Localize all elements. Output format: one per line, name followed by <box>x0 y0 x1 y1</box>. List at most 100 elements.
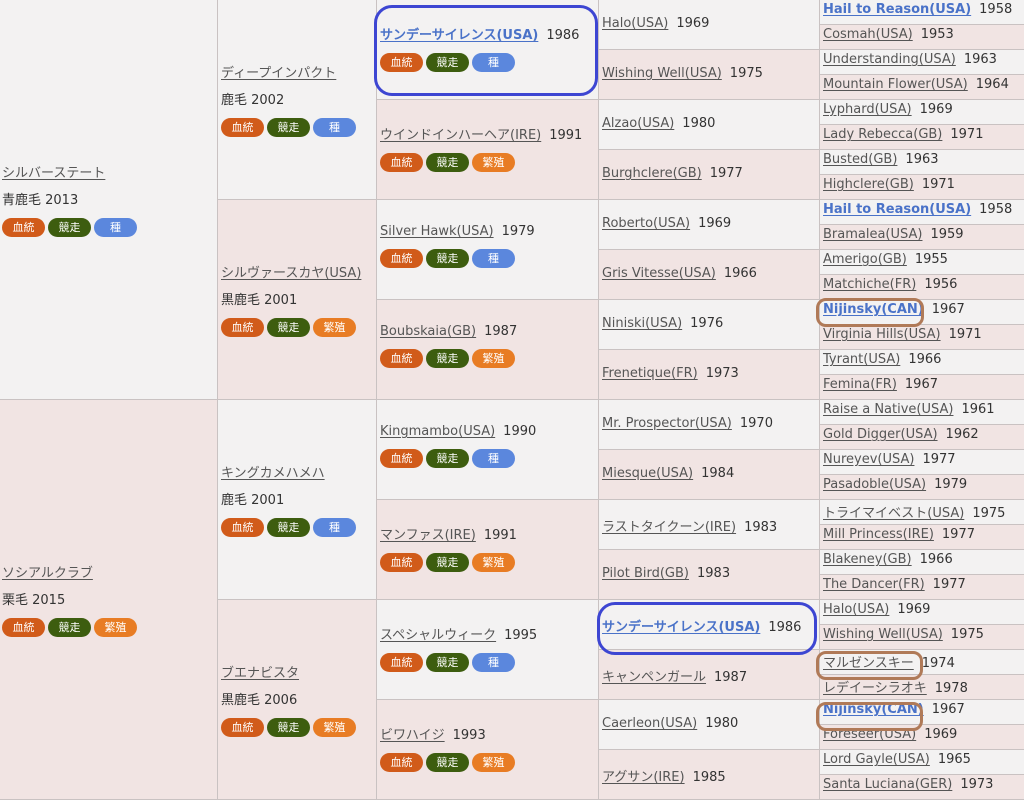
badge-blood[interactable]: 血統 <box>380 349 423 368</box>
badge-blood[interactable]: 血統 <box>221 518 264 537</box>
horse-name-link[interactable]: Lady Rebecca(GB) <box>823 127 942 142</box>
horse-name-link[interactable]: Niniski(USA) <box>602 316 682 331</box>
horse-name-link[interactable]: ソシアルクラブ <box>2 566 93 581</box>
horse-name-link[interactable]: マンファス(IRE) <box>380 528 476 543</box>
badge-blood[interactable]: 血統 <box>380 753 423 772</box>
horse-name-link[interactable]: Nijinsky(CAN) <box>823 302 924 317</box>
horse-name-link[interactable]: Alzao(USA) <box>602 116 674 131</box>
horse-name-link[interactable]: Pasadoble(USA) <box>823 477 926 492</box>
badge-race[interactable]: 競走 <box>48 618 91 637</box>
badge-sire[interactable]: 種 <box>94 218 137 237</box>
badge-blood[interactable]: 血統 <box>380 153 423 172</box>
horse-name-link[interactable]: Nijinsky(CAN) <box>823 702 924 717</box>
badge-sire[interactable]: 種 <box>313 518 356 537</box>
horse-name-link[interactable]: Halo(USA) <box>602 16 668 31</box>
horse-name-link[interactable]: Foreseer(USA) <box>823 727 916 742</box>
horse-name-link[interactable]: Wishing Well(USA) <box>823 627 943 642</box>
horse-name-link[interactable]: Santa Luciana(GER) <box>823 777 952 792</box>
horse-name-link[interactable]: レデイーシラオキ <box>823 681 927 696</box>
horse-name-link[interactable]: Understanding(USA) <box>823 52 956 67</box>
badge-blood[interactable]: 血統 <box>380 653 423 672</box>
horse-name-link[interactable]: Femina(FR) <box>823 377 897 392</box>
horse-name-link[interactable]: Hail to Reason(USA) <box>823 202 971 217</box>
horse-name-link[interactable]: The Dancer(FR) <box>823 577 925 592</box>
horse-name-link[interactable]: Halo(USA) <box>823 602 889 617</box>
horse-name-link[interactable]: Silver Hawk(USA) <box>380 224 494 239</box>
horse-name-link[interactable]: Cosmah(USA) <box>823 27 913 42</box>
horse-name-link[interactable]: ディープインパクト <box>221 66 336 81</box>
horse-name-link[interactable]: Lord Gayle(USA) <box>823 752 930 767</box>
horse-name-link[interactable]: Raise a Native(USA) <box>823 402 953 417</box>
badge-dam[interactable]: 繁殖 <box>472 553 515 572</box>
horse-name-link[interactable]: Pilot Bird(GB) <box>602 566 689 581</box>
horse-name-link[interactable]: Roberto(USA) <box>602 216 690 231</box>
horse-name-link[interactable]: ビワハイジ <box>380 728 445 743</box>
horse-name-link[interactable]: Frenetique(FR) <box>602 366 698 381</box>
horse-name-link[interactable]: サンデーサイレンス(USA) <box>602 620 760 635</box>
horse-name-link[interactable]: Mr. Prospector(USA) <box>602 416 732 431</box>
horse-name-link[interactable]: Kingmambo(USA) <box>380 424 495 439</box>
badge-sire[interactable]: 種 <box>472 53 515 72</box>
badge-blood[interactable]: 血統 <box>380 449 423 468</box>
horse-name-link[interactable]: Caerleon(USA) <box>602 716 697 731</box>
horse-name-link[interactable]: Tyrant(USA) <box>823 352 900 367</box>
badge-race[interactable]: 競走 <box>267 318 310 337</box>
horse-name-link[interactable]: Busted(GB) <box>823 152 897 167</box>
horse-name-link[interactable]: Gris Vitesse(USA) <box>602 266 716 281</box>
badge-sire[interactable]: 種 <box>472 449 515 468</box>
horse-name-link[interactable]: アグサン(IRE) <box>602 770 685 785</box>
badge-race[interactable]: 競走 <box>426 53 469 72</box>
badge-race[interactable]: 競走 <box>48 218 91 237</box>
badge-blood[interactable]: 血統 <box>380 53 423 72</box>
horse-name-link[interactable]: Highclere(GB) <box>823 177 914 192</box>
horse-name-link[interactable]: サンデーサイレンス(USA) <box>380 28 538 43</box>
badge-sire[interactable]: 種 <box>313 118 356 137</box>
horse-name-link[interactable]: ウインドインハーヘア(IRE) <box>380 128 541 143</box>
horse-name-link[interactable]: キングカメハメハ <box>221 466 325 481</box>
horse-name-link[interactable]: Bramalea(USA) <box>823 227 922 242</box>
badge-blood[interactable]: 血統 <box>221 318 264 337</box>
badge-race[interactable]: 競走 <box>267 718 310 737</box>
badge-race[interactable]: 競走 <box>426 553 469 572</box>
horse-name-link[interactable]: Burghclere(GB) <box>602 166 702 181</box>
horse-name-link[interactable]: シルバーステート <box>2 166 105 181</box>
badge-dam[interactable]: 繁殖 <box>313 318 356 337</box>
badge-race[interactable]: 競走 <box>426 653 469 672</box>
badge-sire[interactable]: 種 <box>472 249 515 268</box>
horse-name-link[interactable]: Virginia Hills(USA) <box>823 327 941 342</box>
badge-dam[interactable]: 繁殖 <box>313 718 356 737</box>
badge-dam[interactable]: 繁殖 <box>472 753 515 772</box>
horse-name-link[interactable]: Boubskaia(GB) <box>380 324 476 339</box>
horse-name-link[interactable]: Hail to Reason(USA) <box>823 2 971 17</box>
horse-name-link[interactable]: マルゼンスキー <box>823 656 914 671</box>
horse-name-link[interactable]: Wishing Well(USA) <box>602 66 722 81</box>
badge-blood[interactable]: 血統 <box>221 118 264 137</box>
horse-name-link[interactable]: ラストタイクーン(IRE) <box>602 520 736 535</box>
badge-dam[interactable]: 繁殖 <box>472 153 515 172</box>
badge-blood[interactable]: 血統 <box>2 618 45 637</box>
badge-dam[interactable]: 繁殖 <box>94 618 137 637</box>
badge-race[interactable]: 競走 <box>426 753 469 772</box>
horse-name-link[interactable]: Amerigo(GB) <box>823 252 907 267</box>
horse-name-link[interactable]: シルヴァースカヤ(USA) <box>221 266 361 281</box>
badge-race[interactable]: 競走 <box>267 118 310 137</box>
badge-blood[interactable]: 血統 <box>221 718 264 737</box>
horse-name-link[interactable]: Gold Digger(USA) <box>823 427 938 442</box>
horse-name-link[interactable]: キャンペンガール <box>602 670 706 685</box>
horse-name-link[interactable]: Matchiche(FR) <box>823 277 916 292</box>
badge-race[interactable]: 競走 <box>426 249 469 268</box>
horse-name-link[interactable]: Lyphard(USA) <box>823 102 912 117</box>
horse-name-link[interactable]: Nureyev(USA) <box>823 452 914 467</box>
horse-name-link[interactable]: Miesque(USA) <box>602 466 693 481</box>
horse-name-link[interactable]: Mill Princess(IRE) <box>823 527 934 542</box>
badge-race[interactable]: 競走 <box>267 518 310 537</box>
badge-race[interactable]: 競走 <box>426 349 469 368</box>
badge-blood[interactable]: 血統 <box>380 553 423 572</box>
badge-blood[interactable]: 血統 <box>2 218 45 237</box>
horse-name-link[interactable]: ブエナビスタ <box>221 666 299 681</box>
horse-name-link[interactable]: Blakeney(GB) <box>823 552 912 567</box>
horse-name-link[interactable]: トライマイベスト(USA) <box>823 506 964 521</box>
badge-sire[interactable]: 種 <box>472 653 515 672</box>
horse-name-link[interactable]: スペシャルウィーク <box>380 628 496 643</box>
horse-name-link[interactable]: Mountain Flower(USA) <box>823 77 968 92</box>
